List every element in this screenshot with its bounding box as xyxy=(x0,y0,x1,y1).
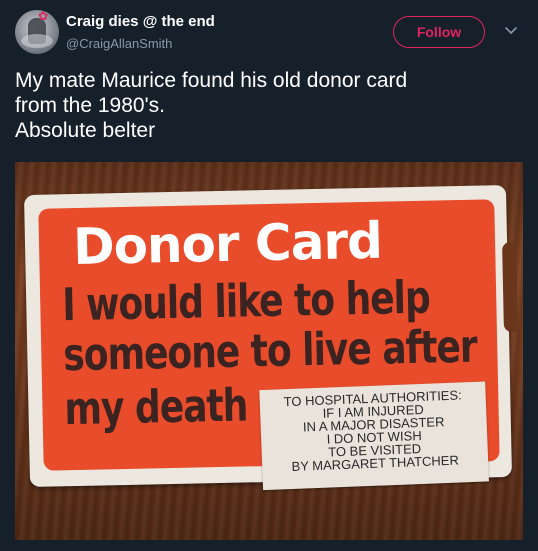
donor-card-line: my death xyxy=(63,380,248,436)
tweet-text-line: Absolute belter xyxy=(15,119,156,142)
avatar-highlight xyxy=(21,34,53,48)
tweet-text-line: My mate Maurice found his old donor card xyxy=(15,69,408,92)
flower-icon: ✿ xyxy=(38,9,49,23)
display-name[interactable]: Craig dies @ the end xyxy=(66,13,215,30)
avatar[interactable] xyxy=(15,10,59,54)
tweet-text: My mate Maurice found his old donor card… xyxy=(15,68,525,143)
tweet-photo[interactable]: Donor Card I would like to help someone … xyxy=(15,162,523,540)
user-handle[interactable]: @CraigAllanSmith xyxy=(66,36,172,51)
tweet-text-line: from the 1980's. xyxy=(15,94,165,117)
tweet-header: ✿ Craig dies @ the end @CraigAllanSmith … xyxy=(0,0,538,60)
card-torn-edge xyxy=(502,241,518,333)
donor-card-line: I would like to help xyxy=(61,272,431,332)
follow-button[interactable]: Follow xyxy=(393,16,485,48)
donor-card-title: Donor Card xyxy=(72,211,383,277)
donor-card-line: someone to live after xyxy=(62,321,478,382)
sticker-label: TO HOSPITAL AUTHORITIES: IF I AM INJURED… xyxy=(259,381,489,491)
chevron-down-icon[interactable] xyxy=(503,22,519,38)
donor-card: Donor Card I would like to help someone … xyxy=(23,184,513,491)
